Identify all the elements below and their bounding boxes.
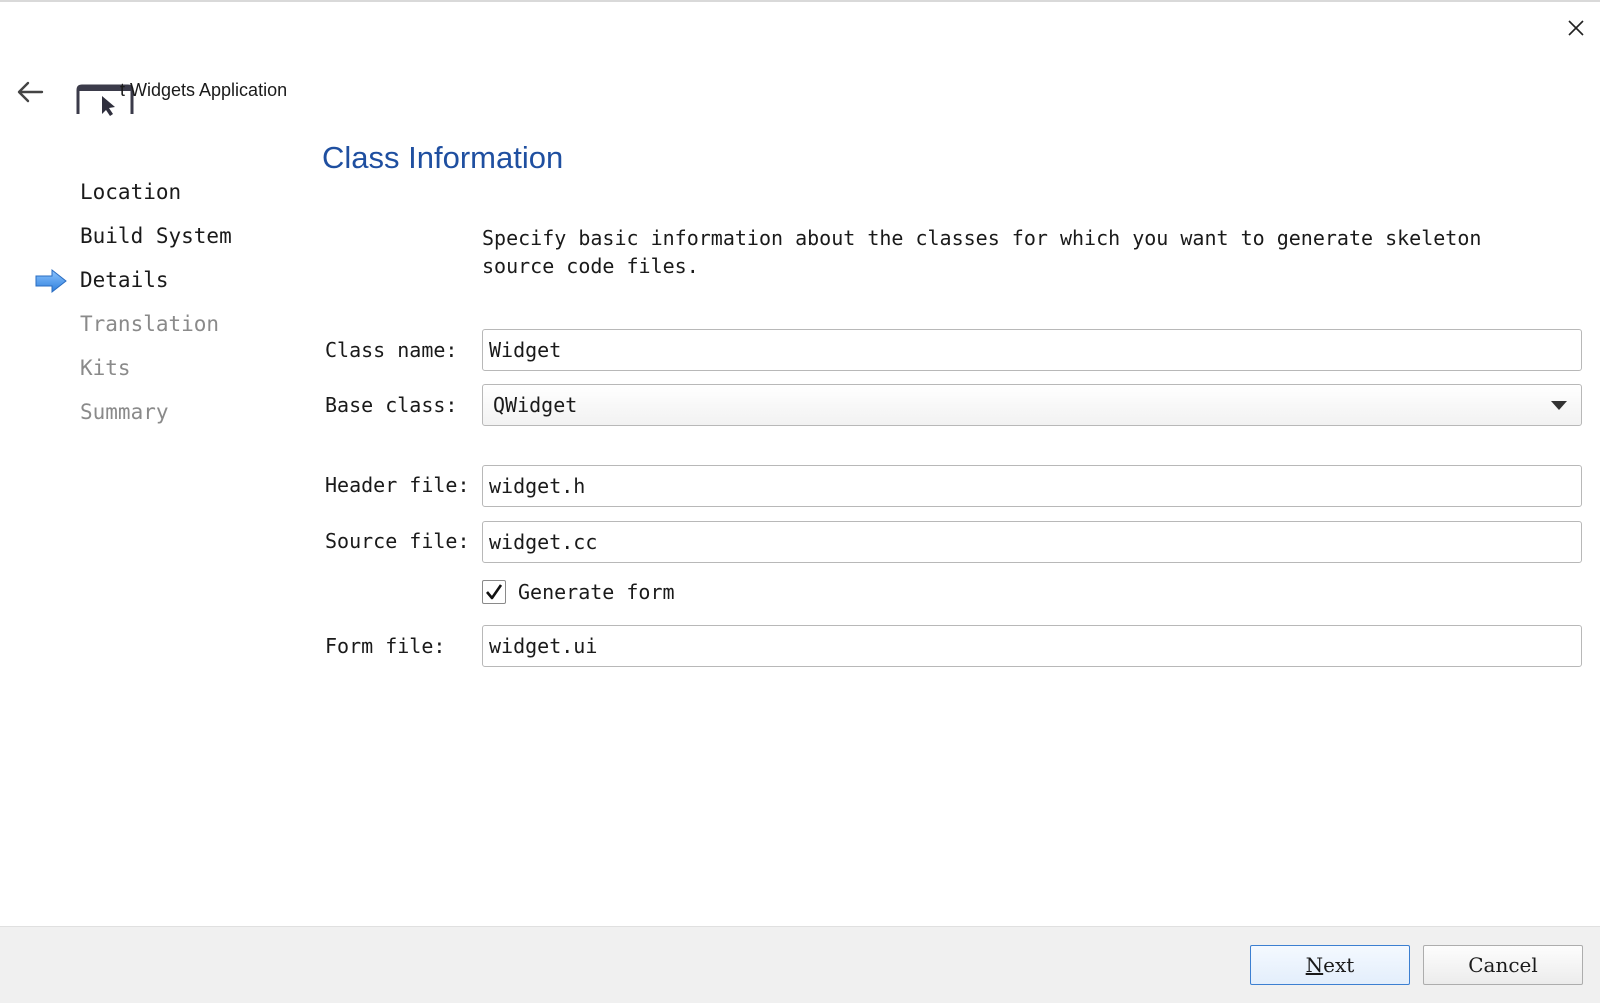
class-name-input[interactable]: [482, 329, 1582, 371]
next-button[interactable]: Next: [1250, 945, 1410, 985]
page-title: Class Information: [322, 140, 564, 175]
header-file-label: Header file:: [325, 473, 470, 497]
class-name-label: Class name:: [325, 338, 458, 362]
wizard-window: t Widgets Application Location Build Sys…: [0, 0, 1600, 1003]
step-label: Location: [80, 180, 182, 204]
source-file-label: Source file:: [325, 529, 470, 553]
form-file-label: Form file:: [325, 634, 446, 658]
current-step-arrow-icon: [35, 268, 67, 294]
window-title: t Widgets Application: [120, 80, 288, 100]
cancel-button[interactable]: Cancel: [1423, 945, 1583, 985]
step-build-system: Build System: [0, 216, 300, 260]
step-kits: Kits: [0, 348, 300, 392]
step-label: Translation: [80, 312, 220, 336]
step-label: Build System: [80, 224, 232, 248]
close-button[interactable]: [1560, 12, 1592, 44]
generate-form-checkbox-row[interactable]: Generate form: [482, 580, 675, 604]
source-file-input[interactable]: [482, 521, 1582, 563]
page-description: Specify basic information about the clas…: [482, 226, 1482, 278]
step-summary: Summary: [0, 392, 300, 436]
header-file-input[interactable]: [482, 465, 1582, 507]
step-label: Kits: [80, 356, 131, 380]
generate-form-checkbox[interactable]: [482, 580, 506, 604]
back-button[interactable]: [12, 74, 48, 110]
checkmark-icon: [486, 584, 503, 600]
chevron-down-icon: [1551, 401, 1567, 410]
next-label-rest: ext: [1323, 953, 1355, 977]
next-mnemonic: N: [1305, 953, 1324, 977]
base-class-label: Base class:: [325, 393, 458, 417]
base-class-combobox[interactable]: QWidget: [482, 384, 1582, 426]
generate-form-label: Generate form: [518, 580, 675, 604]
step-label: Details: [80, 268, 169, 292]
back-arrow-icon: [17, 81, 44, 103]
step-location: Location: [0, 172, 300, 216]
step-label: Summary: [80, 400, 169, 424]
step-details: Details: [0, 260, 300, 304]
base-class-value: QWidget: [493, 393, 578, 417]
step-translation: Translation: [0, 304, 300, 348]
close-icon: [1568, 20, 1584, 36]
form-file-input[interactable]: [482, 625, 1582, 667]
wizard-steps: Location Build System Details Translatio…: [0, 172, 300, 436]
